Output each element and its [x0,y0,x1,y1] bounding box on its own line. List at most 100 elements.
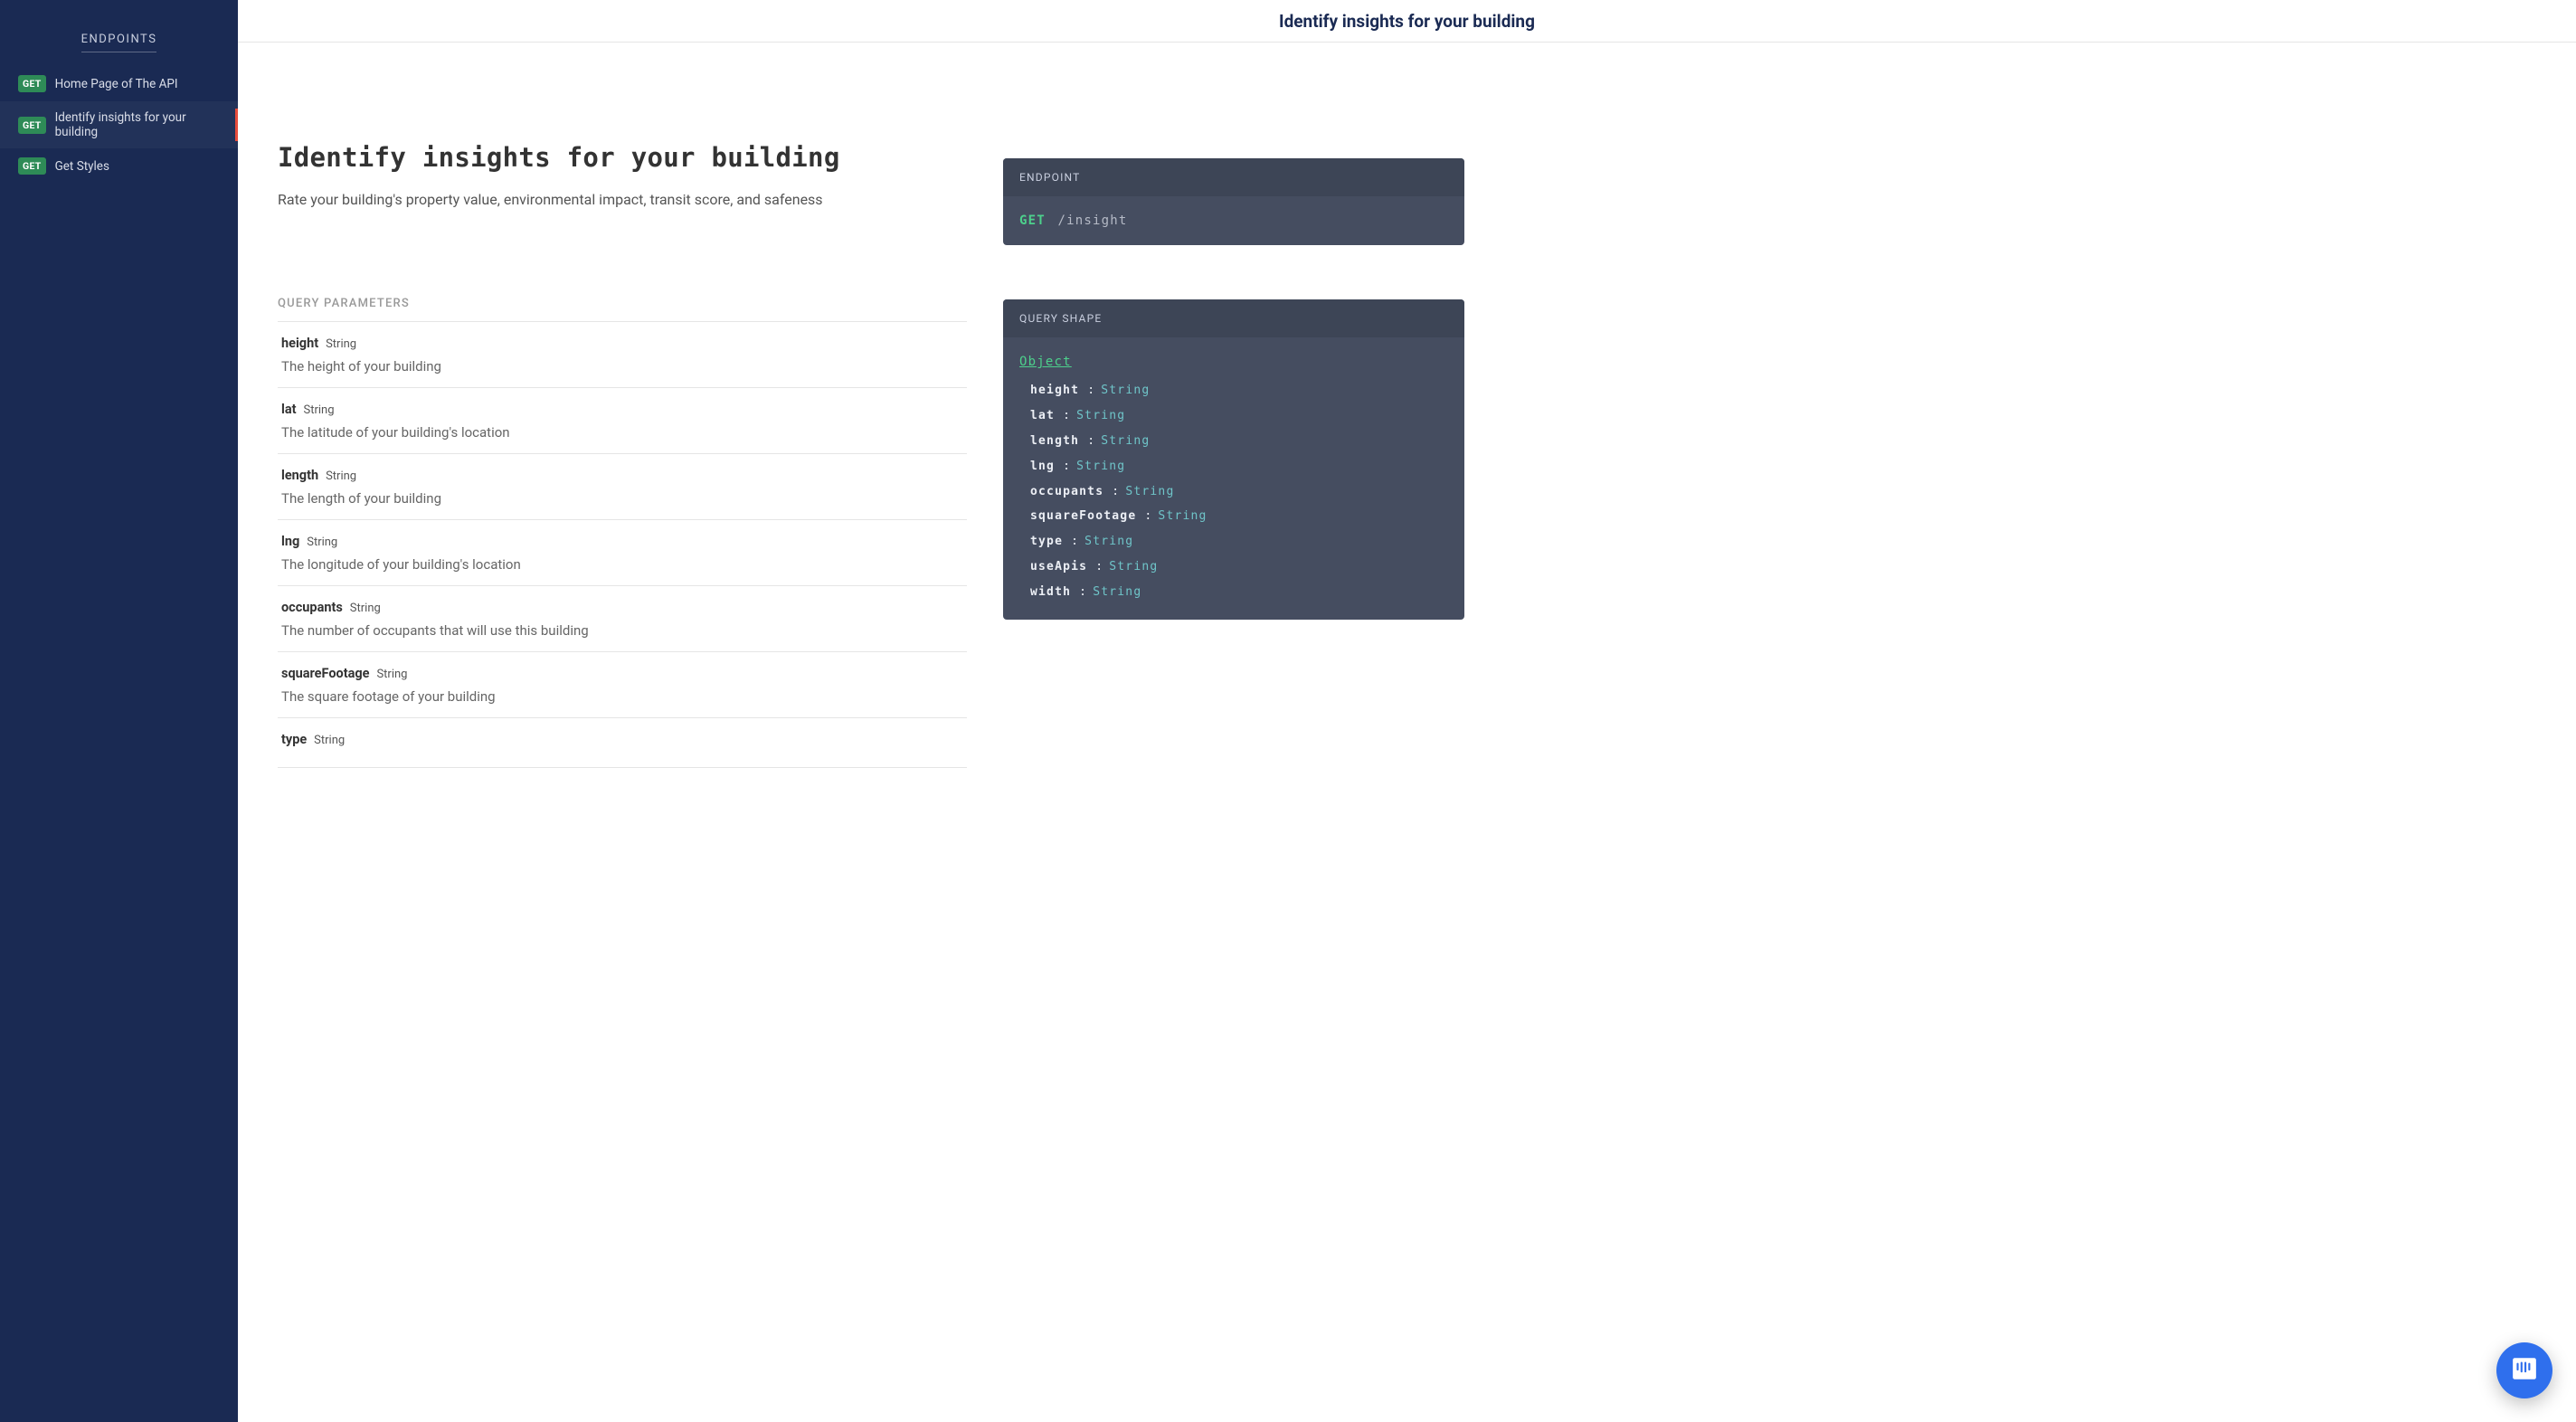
shape-field-key: occupants [1030,485,1103,498]
param-head: squareFootage String [281,664,963,681]
shape-field-type: String [1076,409,1125,422]
method-badge: GET [18,117,46,134]
sidebar-item-label: Home Page of The API [55,77,225,91]
param-description: The length of your building [281,490,963,507]
shape-field: squareFootage : String [1019,504,1448,529]
param-type: String [314,734,345,747]
param-name: lat [281,402,297,417]
shape-field-key: width [1030,585,1071,599]
param-name: lng [281,534,299,549]
endpoint-method: GET [1019,213,1046,228]
shape-field-key: useApis [1030,560,1087,574]
param-head: occupants String [281,598,963,615]
shape-field-colon: : [1136,509,1152,523]
shape-field-colon: : [1087,560,1103,574]
shape-field-type: String [1093,585,1141,599]
query-shape-body: Object height :Stringlat :Stringlength :… [1003,337,1464,620]
shape-field-colon: : [1103,485,1120,498]
shape-field-key: height [1030,384,1079,397]
shape-field: occupants : String [1019,479,1448,505]
shape-field-key: lng [1030,460,1055,473]
shape-field-type: String [1109,560,1158,574]
param-head: lat String [281,400,963,417]
param-name: height [281,336,318,351]
endpoint-description: Rate your building's property value, env… [278,189,967,212]
query-parameter: type String [278,718,967,768]
shape-field-colon: : [1071,585,1087,599]
param-description: The latitude of your building's location [281,424,963,441]
param-name: type [281,732,307,747]
query-parameter: occupants String The number of occupants … [278,586,967,652]
param-type: String [350,602,381,615]
shape-field-key: length [1030,434,1079,448]
sidebar-item-label: Identify insights for your building [55,110,225,139]
chat-button[interactable] [2496,1342,2552,1398]
sidebar-item-label: Get Styles [55,159,225,174]
param-name: occupants [281,600,343,615]
param-description: The longitude of your building's locatio… [281,556,963,573]
query-shape-root[interactable]: Object [1019,352,1072,372]
shape-field-type: String [1158,509,1207,523]
main: Identify insights for your building Iden… [238,0,2576,1422]
param-type: String [376,668,407,681]
page-title: Identify insights for your building [1279,11,1535,32]
param-type: String [303,403,334,417]
endpoint-path: /insight [1058,213,1128,228]
param-description: The square footage of your building [281,688,963,705]
param-name: length [281,468,318,483]
param-name: squareFootage [281,666,369,681]
endpoint-panel-body: GET /insight [1003,196,1464,245]
shape-field: type :String [1019,529,1448,555]
shape-field-type: String [1101,384,1150,397]
param-type: String [326,337,356,351]
content-right: ENDPOINT GET /insight QUERY SHAPE Object… [1003,142,1464,768]
content: Identify insights for your building Rate… [238,43,1504,804]
param-description: The height of your building [281,358,963,374]
query-parameter: length String The length of your building [278,454,967,520]
shape-field-colon: : [1055,460,1071,473]
sidebar-list: GET Home Page of The API GET Identify insig… [0,66,238,184]
endpoint-panel: ENDPOINT GET /insight [1003,158,1464,245]
sidebar-header: ENDPOINTS [0,33,238,46]
shape-field-type: String [1084,535,1133,548]
sidebar-item[interactable]: GET Home Page of The API [0,66,238,101]
shape-field-type: String [1125,485,1174,498]
shape-field-key: type [1030,535,1063,548]
param-type: String [307,536,337,549]
content-scroll[interactable]: Identify insights for your building Rate… [238,43,2576,1422]
shape-field-colon: : [1055,409,1071,422]
param-description: The number of occupants that will use th… [281,622,963,639]
shape-field: useApis : String [1019,555,1448,580]
query-shape-panel: QUERY SHAPE Object height :Stringlat :St… [1003,299,1464,620]
sidebar: ENDPOINTS GET Home Page of The API GET Iden… [0,0,238,1422]
topbar: Identify insights for your building [238,0,2576,43]
param-head: type String [281,730,963,747]
intercom-icon [2511,1355,2538,1386]
shape-field-key: squareFootage [1030,509,1136,523]
shape-field-colon: : [1079,434,1095,448]
query-parameters-label: QUERY PARAMETERS [278,297,967,310]
param-head: length String [281,466,963,483]
param-head: height String [281,334,963,351]
sidebar-item[interactable]: GET Identify insights for your building [0,101,238,148]
query-parameter: height String The height of your building [278,322,967,388]
query-parameter: lat String The latitude of your building'… [278,388,967,454]
shape-field: lat : String [1019,403,1448,429]
sidebar-header-label: ENDPOINTS [81,33,157,52]
shape-field: lng :String [1019,454,1448,479]
shape-field-colon: : [1079,384,1095,397]
endpoint-heading: Identify insights for your building [278,142,967,173]
shape-field-key: lat [1030,409,1055,422]
content-left: Identify insights for your building Rate… [278,142,967,768]
query-shape-lines: height :Stringlat :Stringlength :Stringl… [1019,378,1448,605]
sidebar-item[interactable]: GET Get Styles [0,148,238,184]
param-head: lng String [281,532,963,549]
endpoint-panel-label: ENDPOINT [1003,158,1464,196]
shape-field: length :String [1019,429,1448,454]
method-badge: GET [18,157,46,175]
query-parameter: squareFootage String The square footage o… [278,652,967,718]
shape-field: height : String [1019,378,1448,403]
method-badge: GET [18,75,46,92]
param-type: String [326,469,356,483]
query-parameter: lng String The longitude of your building… [278,520,967,586]
